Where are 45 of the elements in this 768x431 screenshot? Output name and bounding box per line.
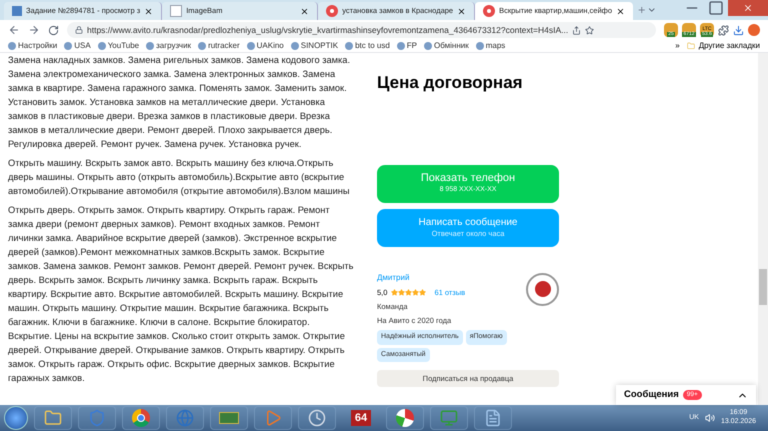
start-button[interactable] xyxy=(4,406,28,430)
scrollbar-thumb[interactable] xyxy=(759,269,767,305)
site-icon xyxy=(12,6,22,16)
description-paragraph: Замена накладных замков. Замена ригельных замков. Замена кодового замка. Замена электромеханического замка. Замена электронных замков. Замена замка в квартире. Замена гаражного замка. Поменять замок. Заменить замок. Установить замок. Установка замков на металлические двери. Установка замков в пластиковые двери. Врезка замков в пластиковые двери. Врезка замков в металлические двери. Ремонт дверей. Плохо закрывается дверь. Регулировка дверей. Ремонт ручек. Замена ручек. Установка ручек. xyxy=(8,54,352,151)
price-heading: Цена договорная xyxy=(377,72,524,94)
bookmark-item[interactable]: UAKino xyxy=(246,40,284,52)
address-bar[interactable]: https://www.avito.ru/krasnodar/predlozheniya_uslug/vskrytie_kvartirmashinseyfovremontzamena_4364673312?context=H4sIA... xyxy=(67,22,656,38)
bookmark-item[interactable]: rutracker xyxy=(198,40,240,52)
close-icon[interactable] xyxy=(144,6,154,16)
close-icon[interactable] xyxy=(457,6,466,16)
bookmark-item[interactable]: Обмінник xyxy=(424,40,469,52)
new-tab-icon[interactable] xyxy=(637,4,646,16)
bookmark-item[interactable]: Настройки xyxy=(8,40,58,52)
more-bookmarks[interactable]: » xyxy=(675,40,680,52)
bookmark-item[interactable]: btc to usd xyxy=(345,40,390,52)
bookmark-folder[interactable]: Другие закладки xyxy=(686,40,760,52)
bookmark-item[interactable]: USA xyxy=(64,40,91,52)
site-icon xyxy=(483,5,496,17)
site-icon xyxy=(326,5,338,17)
taskbar-app-icon[interactable] xyxy=(298,406,336,430)
folder-icon xyxy=(686,42,695,50)
bookmark-item[interactable]: YouTube xyxy=(98,40,140,52)
taskbar-app-icon[interactable] xyxy=(474,406,512,430)
back-icon[interactable] xyxy=(8,24,20,36)
taskbar-app-icon[interactable] xyxy=(122,406,160,430)
taskbar-app-icon[interactable] xyxy=(34,406,72,430)
close-window-icon[interactable] xyxy=(728,0,768,16)
extensions-icon[interactable] xyxy=(718,24,729,36)
forward-icon[interactable] xyxy=(28,24,40,36)
profile-avatar[interactable] xyxy=(748,24,760,36)
close-icon[interactable] xyxy=(616,6,626,16)
volume-icon[interactable] xyxy=(704,413,715,423)
description-paragraph: Открыть машину. Вскрыть замок авто. Вскрыть машину без ключа.Открыть дверь машины. Открыть авто (открыть автомобиль).Вскрытие авто (вскрытие автомобилей).Открывание автомобиля (открытие автомобиля).Взлом машины xyxy=(8,157,351,198)
taskbar-app-icon[interactable] xyxy=(210,406,248,430)
download-icon[interactable] xyxy=(733,24,744,36)
description-paragraph: Открыть дверь. Открыть замок. Открыть квартиру. Открыть гараж. Ремонт замка двери (ремонт дверных замков). Ремонт входных замков. Ремонт личинки замка. Аварийное вскрытие дверей (замков). Экстренное вскрытие дверей (замков).Ремонт межкомнатных замков.Вскрыть замок. Вскрытие замков. Замена замков. Ремонт замков. Ремонт дверей. Ремонт ручек. Вскрыть дверь. Вскрыть замок. Вскрыть личинку замка. Вскрыть гараж. Вскрыть квартиру. Вскрытие авто. Вскрытие автомобилей. Вскрыть машину. Вскрытие машин. Открыть машину. Открытие машин. Вскрытие багажника. Вскрыть багажник. Ключи в багажнике. Ключи в салоне. Вскрытие блокиратор. Вскрытие. Цены на вскрытие замков. Сколько стоит открыть замок. Открытие дверей. Открывание дверей. Открывание замков. Открыть квартиру. Открыть замок. Открыть гараж. Открыть офис. Вскрытие дверных замков. Вскрытие гаражных замков. xyxy=(8,204,354,385)
bookmark-item[interactable]: загрузчик xyxy=(146,40,192,52)
bookmark-item[interactable]: maps xyxy=(476,40,506,52)
close-icon[interactable] xyxy=(300,6,310,16)
bookmark-item[interactable]: SINOPTIK xyxy=(290,40,338,52)
seller-logo xyxy=(526,272,559,306)
bookmark-item[interactable]: FP xyxy=(396,40,418,52)
reload-icon[interactable] xyxy=(48,24,59,36)
taskbar-app-icon[interactable] xyxy=(386,406,424,430)
page-icon xyxy=(170,5,182,17)
